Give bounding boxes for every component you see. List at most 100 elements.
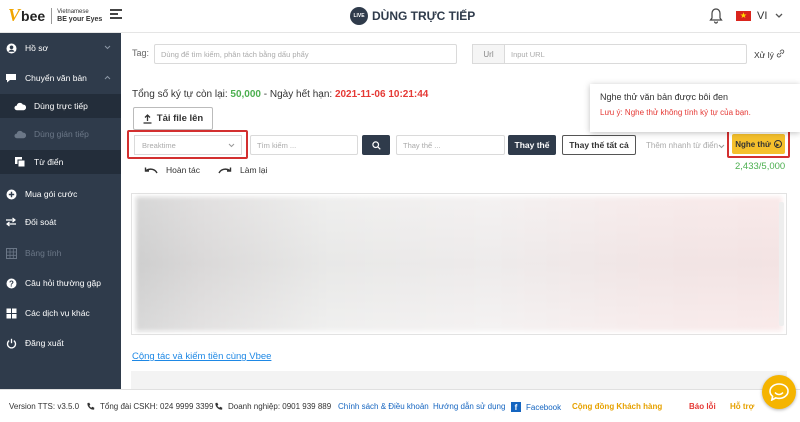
phone-icon <box>87 402 95 410</box>
blur-overlay <box>136 197 782 331</box>
sidebar-item-indirect-use[interactable]: Dùng gián tiếp <box>0 122 121 146</box>
facebook-icon: f <box>511 402 521 412</box>
community-link[interactable]: Cộng đồng Khách hàng <box>572 402 662 411</box>
sidebar-item-label: Bảng tính <box>25 248 62 258</box>
chevron-down-icon <box>104 45 111 50</box>
sidebar-item-label: Câu hỏi thường gặp <box>25 278 102 288</box>
chevron-down-icon[interactable] <box>718 144 725 149</box>
sidebar-item-logout[interactable]: Đăng xuất <box>0 331 121 355</box>
tag-label: Tag: <box>132 48 150 58</box>
sidebar-item-label: Đăng xuất <box>25 338 64 348</box>
sidebar-item-spreadsheet[interactable]: Bảng tính <box>0 241 121 265</box>
main-content: Tag: Dùng để tìm kiếm, phân tách bằng dấ… <box>121 33 800 389</box>
quota-prefix: Tổng số ký tự còn lại: <box>132 89 231 100</box>
report-bug-link[interactable]: Báo lỗi <box>689 402 716 411</box>
sidebar-item-buy-package[interactable]: Mua gói cước <box>0 182 121 206</box>
listen-tooltip: Nghe thử văn bản được bôi đen Lưu ý: Ngh… <box>590 84 800 132</box>
undo-button[interactable]: Hoàn tác <box>144 165 200 175</box>
editor-scrollbar[interactable] <box>779 202 784 326</box>
facebook-label: Facebook <box>526 402 562 412</box>
page-header: LIVE DÙNG TRỰC TIẾP <box>350 7 475 25</box>
bell-icon[interactable] <box>709 8 723 24</box>
hotline-label: Tổng đài CSKH: 024 9999 3399 <box>100 402 214 411</box>
content-strip <box>131 371 787 389</box>
sidebar-item-profile[interactable]: Hồ sơ <box>0 36 121 60</box>
version-text: Version TTS: v3.5.0 <box>9 402 80 411</box>
text-editor[interactable] <box>131 193 787 335</box>
sidebar-item-label: Đối soát <box>25 217 57 227</box>
redo-icon <box>218 167 232 174</box>
sidebar-item-reconciliation[interactable]: Đối soát <box>0 210 121 234</box>
logo-letter: V <box>8 5 21 25</box>
undo-icon <box>144 167 158 174</box>
sidebar-item-label: Các dịch vụ khác <box>25 308 90 318</box>
upload-label: Tải file lên <box>156 113 204 124</box>
top-bar: V bee Vietnamese BE your Eyes LIVE DÙNG … <box>0 0 800 33</box>
vbee-logo[interactable]: V bee Vietnamese BE your Eyes <box>8 5 102 26</box>
menu-toggle-icon[interactable] <box>110 9 122 21</box>
search-button[interactable] <box>362 135 390 155</box>
sidebar-item-other-services[interactable]: Các dịch vụ khác <box>0 301 121 325</box>
sidebar-item-label: Mua gói cước <box>25 189 78 199</box>
search-icon <box>371 140 381 150</box>
chat-support-button[interactable] <box>762 375 796 409</box>
process-label: Xử lý <box>754 50 774 60</box>
chat-bubble-icon <box>769 383 789 401</box>
live-icon: LIVE <box>350 7 368 25</box>
sidebar-item-label: Dùng trực tiếp <box>34 101 88 111</box>
sidebar-item-label: Hồ sơ <box>25 43 49 53</box>
chevron-up-icon <box>104 75 111 80</box>
cloud-upload-icon <box>14 128 26 140</box>
upload-icon <box>143 113 152 124</box>
quick-add-dictionary[interactable]: Thêm nhanh từ điển <box>646 141 718 150</box>
tooltip-note: Lưu ý: Nghe thử không tính ký tự của bạn… <box>600 108 751 117</box>
quota-info: Tổng số ký tự còn lại: 50,000 - Ngày hết… <box>132 89 428 100</box>
footer: Version TTS: v3.5.0 Tổng đài CSKH: 024 9… <box>0 389 800 422</box>
sidebar-item-dictionary[interactable]: Từ điển <box>0 150 121 174</box>
highlight-box <box>727 130 790 158</box>
process-button[interactable]: Xử lý <box>754 49 785 60</box>
logo-tagline-line1: Vietnamese <box>57 8 89 15</box>
phone-icon <box>215 402 223 410</box>
tag-input[interactable]: Dùng để tìm kiếm, phân tách bằng dấu phẩ… <box>154 44 457 64</box>
sidebar-item-label: Dùng gián tiếp <box>34 129 89 139</box>
support-link[interactable]: Hỗ trợ <box>730 402 754 411</box>
svg-text:?: ? <box>9 279 14 288</box>
vietnam-flag-icon: ★ <box>736 11 751 21</box>
sidebar: Hồ sơ Chuyển văn bản Dùng trực tiếp Dùng… <box>0 33 121 389</box>
sidebar-item-direct-use[interactable]: Dùng trực tiếp <box>0 94 121 118</box>
search-input[interactable]: Tìm kiếm ... <box>250 135 358 155</box>
hotline: Tổng đài CSKH: 024 9999 3399 <box>86 402 213 411</box>
business-label: Doanh nghiệp: 0901 939 889 <box>228 402 332 411</box>
business-contact: Doanh nghiệp: 0901 939 889 <box>214 402 331 411</box>
logo-tagline: Vietnamese BE your Eyes <box>51 7 103 24</box>
replace-input[interactable]: Thay thế ... <box>396 135 505 155</box>
guide-link[interactable]: Hướng dẫn sử dụng <box>433 402 505 411</box>
cloud-icon <box>14 100 26 112</box>
sidebar-item-faq[interactable]: ? Câu hỏi thường gặp <box>0 271 121 295</box>
replace-button[interactable]: Thay thế <box>508 135 556 155</box>
plus-circle-icon <box>5 188 17 200</box>
sidebar-item-text-conversion[interactable]: Chuyển văn bản <box>0 66 121 90</box>
link-icon <box>777 49 785 58</box>
expiry-value: 2021-11-06 10:21:44 <box>334 89 429 100</box>
highlight-box <box>127 130 248 159</box>
collab-link[interactable]: Cộng tác và kiếm tiền cùng Vbee <box>132 351 271 362</box>
redo-label: Làm lại <box>240 165 268 175</box>
chat-icon <box>5 72 17 84</box>
logo-tagline-line2: BE your Eyes <box>57 15 103 23</box>
url-input[interactable]: Input URL <box>504 44 747 64</box>
page-title: DÙNG TRỰC TIẾP <box>372 9 476 23</box>
table-icon <box>5 247 17 259</box>
upload-file-button[interactable]: Tải file lên <box>133 107 213 130</box>
replace-all-button[interactable]: Thay thế tất cả <box>562 135 636 155</box>
chevron-down-icon[interactable] <box>775 13 783 19</box>
policy-link[interactable]: Chính sách & Điều khoản <box>338 402 429 411</box>
power-icon <box>5 337 17 349</box>
language-selector[interactable]: VI <box>757 10 767 22</box>
question-icon: ? <box>5 277 17 289</box>
tooltip-title: Nghe thử văn bản được bôi đen <box>600 92 729 102</box>
redo-button[interactable]: Làm lại <box>218 165 267 175</box>
facebook-link[interactable]: f Facebook <box>511 402 561 412</box>
undo-label: Hoàn tác <box>166 165 201 175</box>
